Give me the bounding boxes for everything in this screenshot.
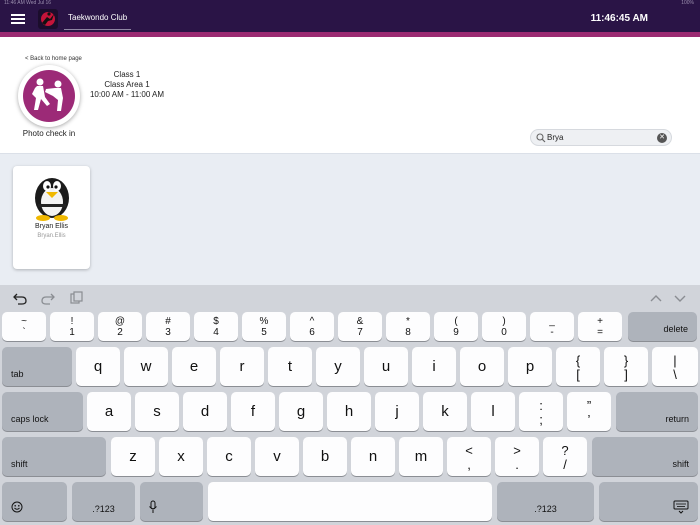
member-avatar <box>35 178 69 221</box>
key-y[interactable]: y <box>316 347 360 386</box>
keyboard-toolbar <box>0 285 700 311</box>
club-tab[interactable]: Taekwondo Club <box>64 9 132 30</box>
member-search: ✕ <box>530 129 672 146</box>
key-v[interactable]: v <box>255 437 299 476</box>
key-open-bracket[interactable]: {[ <box>556 347 600 386</box>
microphone-icon <box>149 500 157 513</box>
class-info: Class 1 Class Area 1 10:00 AM - 11:00 AM <box>84 70 170 100</box>
class-name: Class 1 <box>113 70 141 79</box>
emoji-key[interactable] <box>2 482 67 521</box>
key-1[interactable]: ! 1 <box>50 312 94 341</box>
key-3[interactable]: #3 <box>146 312 190 341</box>
club-logo <box>38 9 58 29</box>
key-l[interactable]: l <box>471 392 515 431</box>
key-e[interactable]: e <box>172 347 216 386</box>
hamburger-menu-icon[interactable] <box>10 12 26 26</box>
key-u[interactable]: u <box>364 347 408 386</box>
key-i[interactable]: i <box>412 347 456 386</box>
return-key[interactable]: return <box>616 392 698 431</box>
member-name: Bryan Ellis <box>34 223 69 230</box>
key-6[interactable]: ^ 6 <box>290 312 334 341</box>
redo-icon[interactable] <box>40 291 56 305</box>
key-s[interactable]: s <box>135 392 179 431</box>
key-minus[interactable]: _ - <box>530 312 574 341</box>
shift-key-right[interactable]: shift <box>592 437 698 476</box>
key-z[interactable]: z <box>111 437 155 476</box>
key-n[interactable]: n <box>351 437 395 476</box>
key-backtick[interactable]: ~ ` <box>2 312 46 341</box>
key-comma[interactable]: <, <box>447 437 491 476</box>
key-2[interactable]: @2 <box>98 312 142 341</box>
caps-lock-key[interactable]: caps lock <box>2 392 83 431</box>
undo-icon[interactable] <box>12 291 28 305</box>
key-q[interactable]: q <box>76 347 120 386</box>
key-7[interactable]: & 7 <box>338 312 382 341</box>
key-m[interactable]: m <box>399 437 443 476</box>
key-o[interactable]: o <box>460 347 504 386</box>
class-area: Class Area 1 <box>104 80 150 89</box>
key-f[interactable]: f <box>231 392 275 431</box>
key-c[interactable]: c <box>207 437 251 476</box>
class-time: 10:00 AM - 11:00 AM <box>89 90 165 99</box>
keyboard-dismiss-icon <box>673 500 689 514</box>
key-8[interactable]: * 8 <box>386 312 430 341</box>
space-key[interactable] <box>208 482 492 521</box>
numbers-key-left[interactable]: .?123 <box>72 482 135 521</box>
key-g[interactable]: g <box>279 392 323 431</box>
key-h[interactable]: h <box>327 392 371 431</box>
key-5[interactable]: % 5 <box>242 312 286 341</box>
key-d[interactable]: d <box>183 392 227 431</box>
key-semicolon[interactable]: :; <box>519 392 563 431</box>
emoji-icon <box>11 501 23 513</box>
shift-key-left[interactable]: shift <box>2 437 106 476</box>
key-k[interactable]: k <box>423 392 467 431</box>
key-j[interactable]: j <box>375 392 419 431</box>
key-w[interactable]: w <box>124 347 168 386</box>
key-a[interactable]: a <box>87 392 131 431</box>
key-slash[interactable]: ? / <box>543 437 587 476</box>
clear-search-icon[interactable]: ✕ <box>657 133 667 143</box>
key-backslash[interactable]: | \ <box>652 347 698 386</box>
key-t[interactable]: t <box>268 347 312 386</box>
key-0[interactable]: ) 0 <box>482 312 526 341</box>
key-quote[interactable]: ”’ <box>567 392 611 431</box>
chevron-down-icon[interactable] <box>672 291 688 305</box>
photo-checkin-button[interactable] <box>18 65 80 127</box>
onscreen-keyboard: ~ ` ! 1 @2 #3 $4 % 5 ^ 6 & 7 * 8 (9 ) 0 _ - + = d… <box>0 285 700 525</box>
key-close-bracket[interactable]: }] <box>604 347 648 386</box>
back-to-home-link[interactable]: < Back to home page <box>25 56 82 62</box>
delete-key[interactable]: delete <box>628 312 697 341</box>
numbers-key-right[interactable]: .?123 <box>497 482 594 521</box>
search-icon <box>536 133 546 143</box>
dictation-key[interactable] <box>140 482 203 521</box>
key-p[interactable]: p <box>508 347 552 386</box>
key-4[interactable]: $4 <box>194 312 238 341</box>
kickboxing-icon <box>23 70 75 122</box>
key-equals[interactable]: + = <box>578 312 622 341</box>
key-r[interactable]: r <box>220 347 264 386</box>
header-clock: 11:46:45 AM <box>590 13 648 24</box>
key-9[interactable]: (9 <box>434 312 478 341</box>
chevron-up-icon[interactable] <box>648 291 664 305</box>
app-header: Taekwondo Club 11:46:45 AM <box>0 6 700 32</box>
tab-key[interactable]: tab <box>2 347 72 386</box>
class-panel: < Back to home page Photo check in Class… <box>0 37 700 154</box>
key-x[interactable]: x <box>159 437 203 476</box>
paste-icon[interactable] <box>68 291 84 305</box>
member-card[interactable]: Bryan Ellis Bryan.Ellis <box>13 166 90 269</box>
key-b[interactable]: b <box>303 437 347 476</box>
photo-checkin-label: Photo check in <box>22 129 76 138</box>
keyboard-dismiss-key[interactable] <box>599 482 698 521</box>
key-period[interactable]: >. <box>495 437 539 476</box>
member-username: Bryan.Ellis <box>37 233 66 239</box>
search-input[interactable] <box>547 131 657 144</box>
